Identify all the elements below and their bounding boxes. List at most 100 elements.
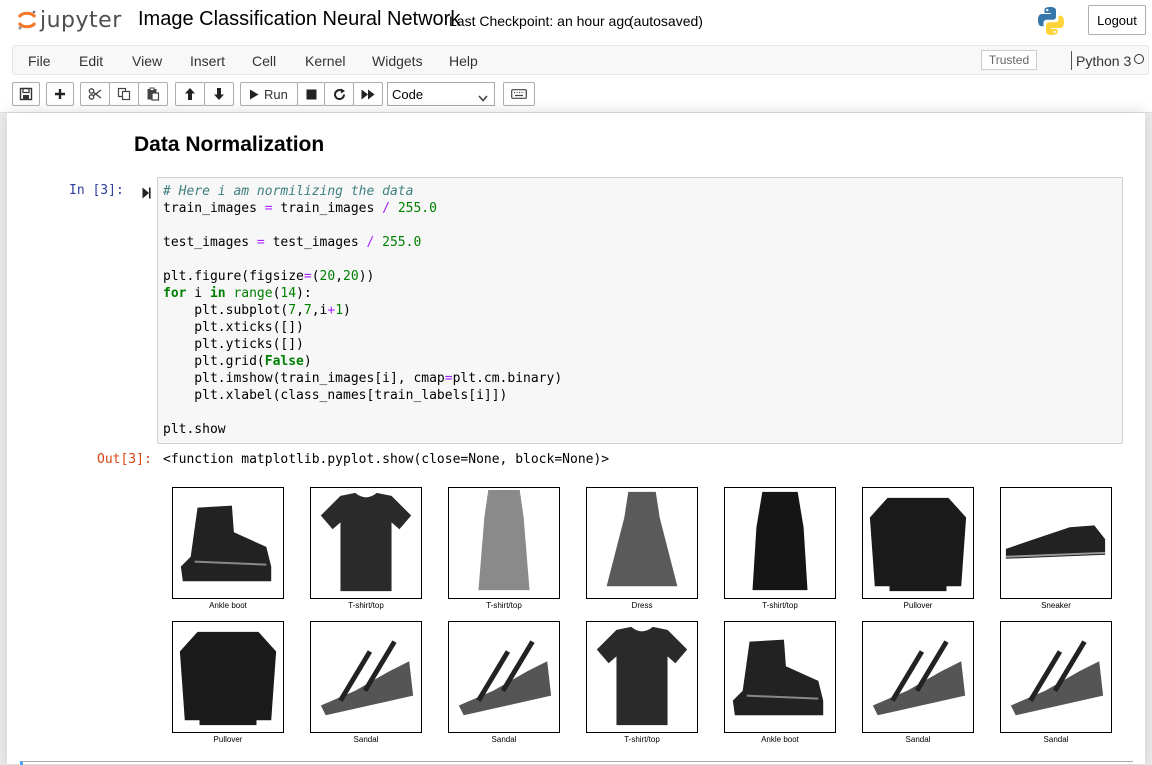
menu-insert[interactable]: Insert [190,53,225,69]
next-cell-selected[interactable] [20,761,1133,765]
code-line: plt.figure(figsize=(20,20)) [163,269,375,284]
cut-icon [88,87,102,101]
code-line: train_images = train_images / 255.0 [163,201,437,216]
arrow-down-icon [213,87,225,101]
figure-xlabel: Ankle boot [209,601,247,610]
command-palette-button[interactable] [503,82,535,106]
figure-thumbnail [448,487,560,599]
menu-cell[interactable]: Cell [252,53,276,69]
notebook-header: jupyter Image Classification Neural Netw… [0,0,1152,113]
code-lines: # Here i am normilizing the data train_im… [163,183,562,438]
figure-thumbnail [724,487,836,599]
figure-xlabel: Sandal [353,735,379,744]
menu-view[interactable]: View [132,53,162,69]
code-line: for i in range(14): [163,286,312,301]
menu-widgets[interactable]: Widgets [372,53,423,69]
figure-xlabel: Pullover [903,601,933,610]
input-prompt: In [3]: [69,183,124,198]
code-line: # Here i am normilizing the data [163,184,414,199]
autosave-status: (autosaved) [629,13,703,29]
restart-run-all-button[interactable] [353,82,383,106]
copy-button[interactable] [109,82,139,106]
figure-xlabel: Ankle boot [761,735,799,744]
fast-forward-icon [361,89,375,100]
markdown-heading[interactable]: Data Normalization [134,133,324,157]
code-line: plt.xticks([]) [163,320,304,335]
menu-file[interactable]: File [28,53,51,69]
figure-xlabel: Sandal [905,735,931,744]
save-icon [19,87,33,101]
logout-button[interactable]: Logout [1088,5,1146,35]
code-line: plt.imshow(train_images[i], cmap=plt.cm.… [163,371,563,386]
cell-type-select[interactable]: Code [387,82,495,106]
figure-thumbnail [172,621,284,733]
paste-button[interactable] [138,82,168,106]
cut-button[interactable] [80,82,110,106]
stop-icon [306,89,317,100]
notebook-title[interactable]: Image Classification Neural Network [138,8,460,31]
menu-help[interactable]: Help [449,53,478,69]
insert-cell-button[interactable] [46,82,74,106]
figure-thumbnail [310,487,422,599]
keyboard-icon [511,89,527,99]
paste-icon [146,87,160,101]
figure-thumbnail [1000,621,1112,733]
figure-thumbnail [862,621,974,733]
play-icon [249,89,259,100]
kernel-divider [1071,51,1072,70]
figure-xlabel: T-shirt/top [348,601,384,610]
move-down-button[interactable] [204,82,234,106]
figure-thumbnail [586,487,698,599]
kernel-name[interactable]: Python 3 [1076,53,1131,69]
move-up-button[interactable] [175,82,205,106]
cell-type-value: Code [392,86,424,102]
figure-xlabel: Sandal [1043,735,1069,744]
checkpoint-status: Last Checkpoint: an hour ago [449,13,632,29]
figure-thumbnail [172,487,284,599]
restart-icon [333,88,346,101]
figure-xlabel: Sandal [491,735,517,744]
code-line: plt.grid(False) [163,354,312,369]
figure-thumbnail [586,621,698,733]
figure-xlabel: Pullover [213,735,243,744]
copy-icon [117,87,131,101]
run-cell-icon[interactable] [142,186,151,204]
figure-xlabel: T-shirt/top [624,735,660,744]
arrow-up-icon [184,87,196,101]
kernel-idle-indicator-icon [1134,54,1144,64]
notebook-container: Data Normalization In [3]: # Here i am n… [7,113,1145,765]
figure-thumbnail [310,621,422,733]
jupyter-logo[interactable]: jupyter [16,6,122,34]
figure-xlabel: T-shirt/top [486,601,522,610]
figure-xlabel: Dress [631,601,653,610]
code-line: plt.yticks([]) [163,337,304,352]
plus-icon [54,88,66,100]
figure-xlabel: T-shirt/top [762,601,798,610]
code-line: test_images = test_images / 255.0 [163,235,422,250]
figure-xlabel: Sneaker [1041,601,1071,610]
save-button[interactable] [12,82,40,106]
run-label: Run [264,86,288,102]
jupyter-logo-icon [16,9,38,31]
menu-kernel[interactable]: Kernel [305,53,345,69]
restart-button[interactable] [324,82,354,106]
menubar: File Edit View Insert Cell Kernel Widget… [12,45,1149,75]
trusted-indicator[interactable]: Trusted [981,50,1037,70]
code-line: plt.subplot(7,7,i+1) [163,303,351,318]
chevron-down-icon [478,90,488,105]
menu-edit[interactable]: Edit [79,53,103,69]
run-button[interactable]: Run [240,82,298,106]
output-prompt: Out[3]: [97,452,152,467]
code-editor[interactable]: # Here i am normilizing the data train_im… [157,177,1123,444]
interrupt-button[interactable] [297,82,325,106]
code-line: plt.show [163,422,226,437]
python-logo-icon [1036,5,1066,37]
code-line: plt.xlabel(class_names[train_labels[i]]) [163,388,508,403]
figure-thumbnail [862,487,974,599]
figure-thumbnail [724,621,836,733]
jupyter-logo-text: jupyter [40,7,122,33]
output-text: <function matplotlib.pyplot.show(close=N… [163,452,610,467]
